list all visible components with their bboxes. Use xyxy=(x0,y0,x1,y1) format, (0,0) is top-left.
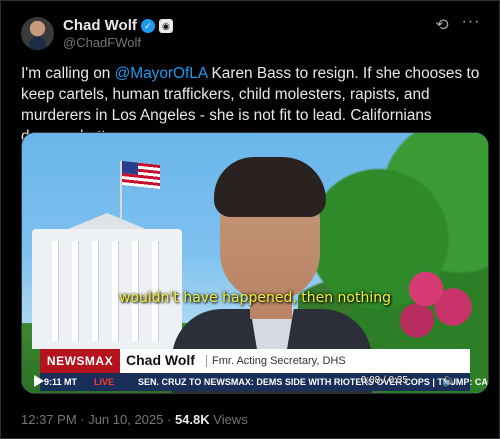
tweet-meta: 12:37 PM · Jun 10, 2025 · 54.8K Views xyxy=(21,412,248,427)
ticker-text: SEN. CRUZ TO NEWSMAX: DEMS SIDE WITH RIO… xyxy=(138,377,489,387)
video-time: 0:08 / 0:35 xyxy=(360,375,408,386)
video-player[interactable]: wouldn't have happened, then nothing NEW… xyxy=(21,132,489,394)
lower-third-title: Fmr. Acting Secretary, DHS xyxy=(206,355,346,367)
lower-third: NEWSMAX Chad Wolf Fmr. Acting Secretary,… xyxy=(40,349,470,373)
video-caption: wouldn't have happened, then nothing xyxy=(119,290,391,306)
verified-badge-icon: ✓ xyxy=(140,18,155,33)
us-flag xyxy=(122,161,160,189)
newsmax-logo: NEWSMAX xyxy=(40,349,120,373)
affiliate-badge-icon: ◉ xyxy=(158,18,173,33)
more-icon[interactable]: ··· xyxy=(461,14,481,35)
play-icon[interactable] xyxy=(34,375,44,387)
lower-third-name: Chad Wolf xyxy=(126,352,195,368)
author-name[interactable]: Chad Wolf xyxy=(63,17,137,34)
mention-link[interactable]: @MayorOfLA xyxy=(115,65,208,82)
views-label: Views xyxy=(209,412,248,427)
author-name-row: Chad Wolf ✓ ◉ xyxy=(63,17,173,34)
grok-icon[interactable]: ⟲ xyxy=(433,17,451,35)
views-count: 54.8K xyxy=(174,412,210,427)
tweet-text-before: I'm calling on xyxy=(21,65,115,82)
author-handle[interactable]: @ChadFWolf xyxy=(63,35,141,50)
tweet-card: Chad Wolf ✓ ◉ @ChadFWolf ⟲ ··· I'm calli… xyxy=(0,0,500,439)
ticker-time: 9:11 MT xyxy=(44,377,78,387)
speaker-hair xyxy=(214,157,326,217)
avatar[interactable] xyxy=(21,17,54,50)
volume-icon[interactable]: 🔈 xyxy=(442,373,458,387)
ticker-live: LIVE xyxy=(94,377,115,387)
tweet-header: Chad Wolf ✓ ◉ @ChadFWolf ⟲ ··· xyxy=(21,14,481,55)
tweet-timestamp[interactable]: 12:37 PM · Jun 10, 2025 · xyxy=(21,412,175,427)
